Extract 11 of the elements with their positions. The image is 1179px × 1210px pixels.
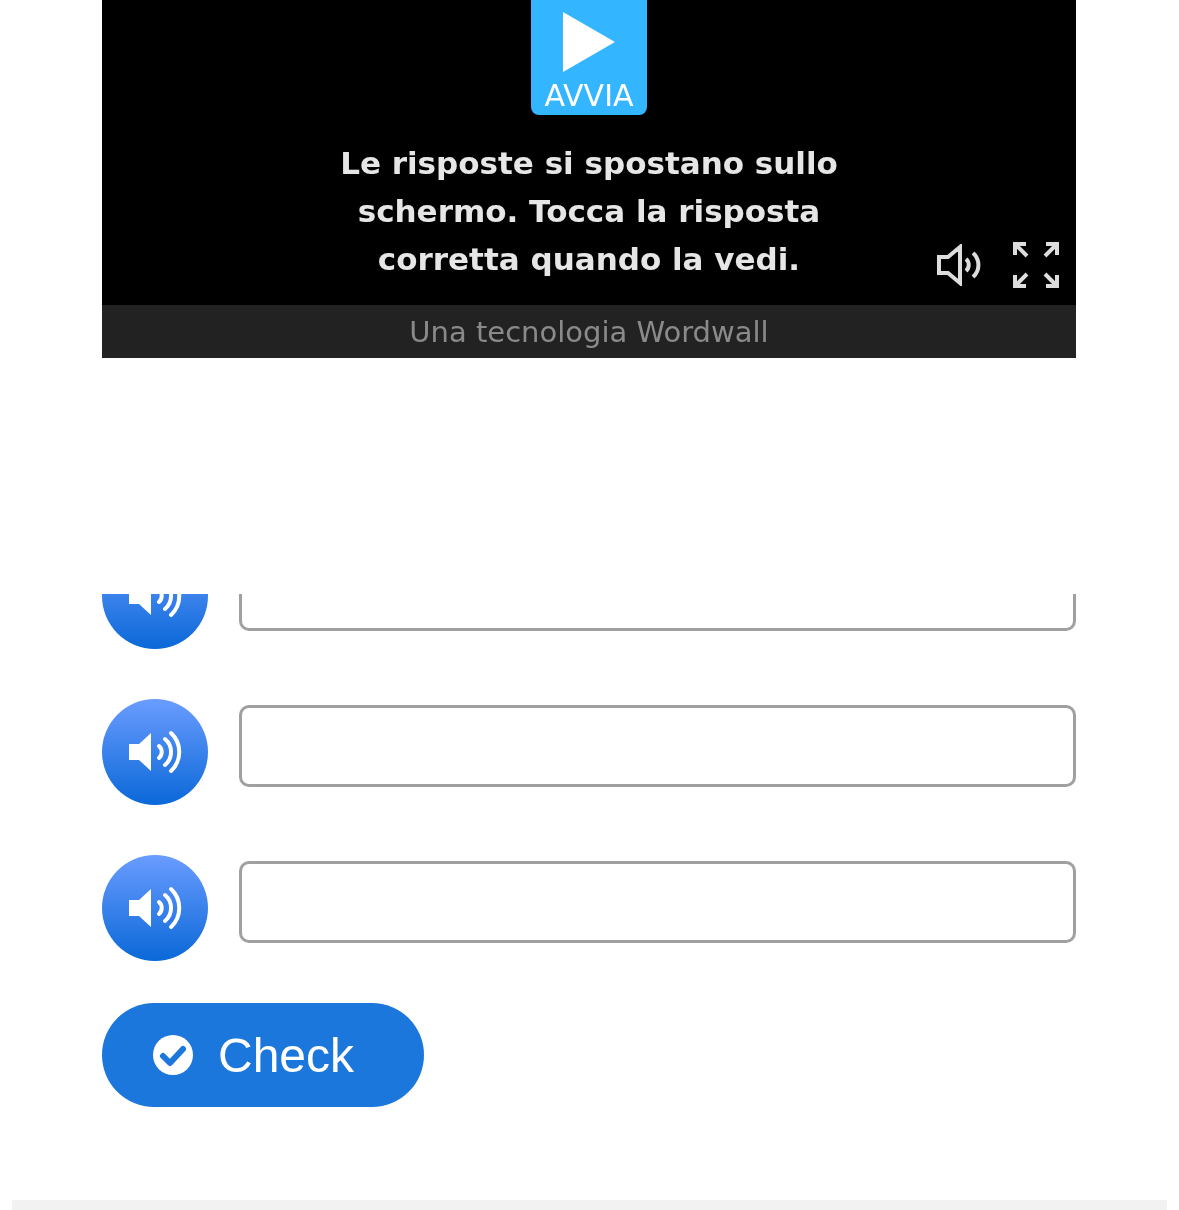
speaker-icon (127, 885, 183, 931)
start-button[interactable]: AVVIA (531, 0, 647, 115)
speaker-icon (127, 729, 183, 775)
answer-field[interactable] (239, 861, 1076, 943)
footer-text: Una tecnologia Wordwall (102, 305, 1076, 358)
play-icon (561, 10, 617, 74)
check-circle-icon (151, 1034, 194, 1077)
fullscreen-icon[interactable] (1012, 241, 1060, 289)
answer-field[interactable] (239, 705, 1076, 787)
check-button[interactable]: Check (102, 1003, 424, 1108)
instructions-text: Le risposte si spostano sullo schermo. Tocca la risposta corretta quando la vedi. (339, 144, 839, 279)
